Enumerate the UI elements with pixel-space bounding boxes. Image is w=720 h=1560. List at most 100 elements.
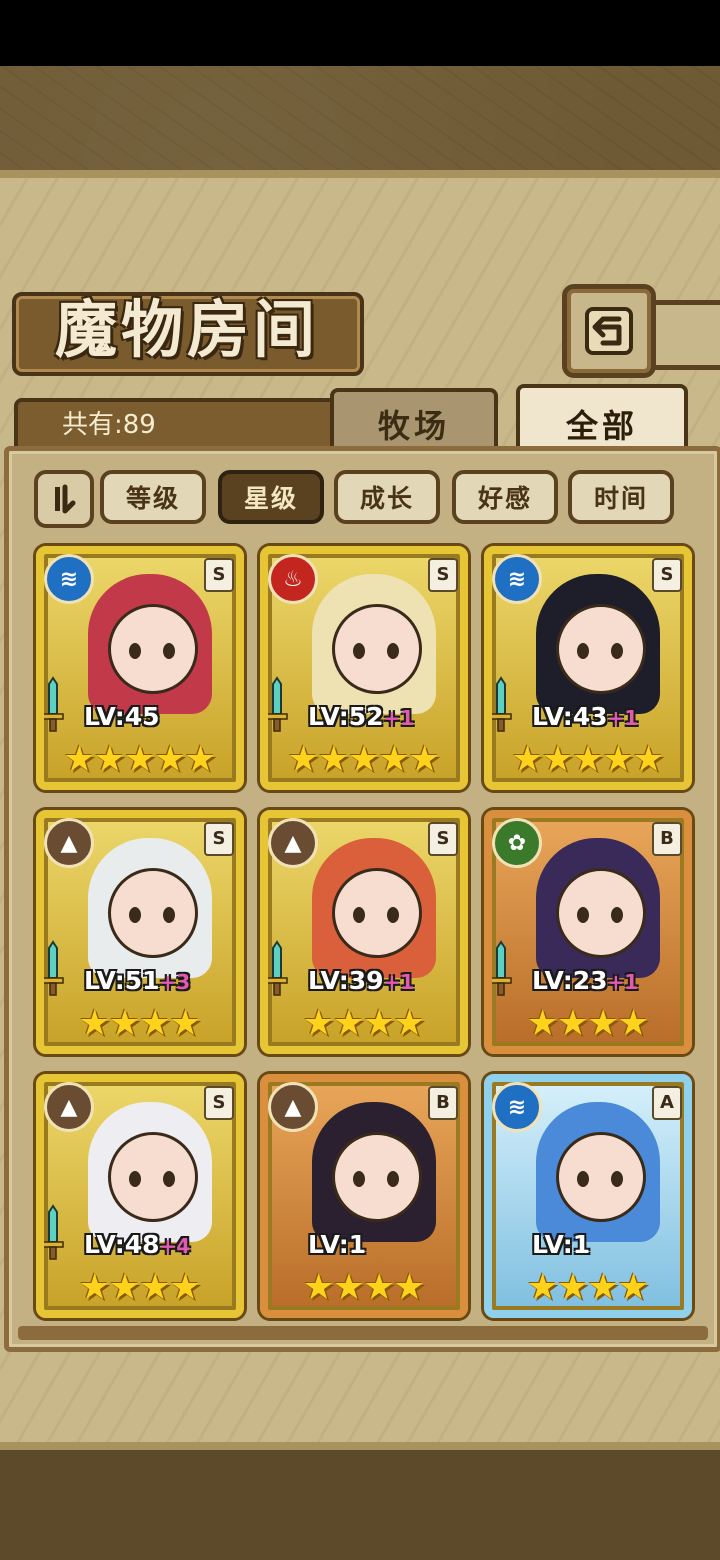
star-icon: ★ — [287, 739, 320, 780]
star-icon: ★ — [78, 1267, 111, 1308]
star-icon: ★ — [302, 1003, 335, 1044]
star-icon: ★ — [617, 1003, 650, 1044]
monster-card[interactable]: ✿ B LV:23+1 ★ ★ ★ ★ — [484, 810, 692, 1054]
rank-badge: S — [204, 558, 234, 592]
monster-face — [332, 604, 422, 694]
monster-card[interactable]: ♨ S LV:52+1 ★ ★ ★ ★ ★ — [260, 546, 468, 790]
monster-card[interactable]: ▲ S LV:39+1 ★ ★ ★ ★ — [260, 810, 468, 1054]
sort-growth-button[interactable]: 成长 — [334, 470, 440, 524]
sort-time-button[interactable]: 时间 — [568, 470, 674, 524]
sort-order-toggle[interactable] — [34, 470, 94, 528]
monster-eye — [129, 1171, 141, 1187]
star-icon: ★ — [332, 1003, 365, 1044]
level-bonus: +1 — [383, 706, 415, 730]
star-icon: ★ — [363, 1003, 396, 1044]
back-rail — [646, 300, 720, 370]
star-icon: ★ — [154, 739, 187, 780]
sword-icon — [44, 1204, 64, 1260]
monster-eye — [387, 907, 399, 923]
level-bonus: +4 — [159, 1234, 191, 1258]
monster-card[interactable]: ▲ B LV:1 ★ ★ ★ ★ — [260, 1074, 468, 1318]
star-icon: ★ — [632, 739, 665, 780]
monster-eye — [353, 907, 365, 923]
level-text: LV:1 — [532, 1230, 591, 1259]
star-icon: ★ — [78, 1003, 111, 1044]
level-text: LV:48 — [84, 1230, 160, 1259]
level-bonus: +1 — [383, 970, 415, 994]
star-icon: ★ — [408, 739, 441, 780]
rank-badge: B — [652, 822, 682, 856]
monster-eye — [353, 643, 365, 659]
monster-face — [556, 868, 646, 958]
water-element-icon: ≋ — [492, 554, 542, 604]
star-icon: ★ — [556, 1003, 589, 1044]
rank-badge: A — [652, 1086, 682, 1120]
monster-eye — [611, 907, 623, 923]
status-bar — [0, 0, 720, 66]
star-icon: ★ — [556, 1267, 589, 1308]
star-icon: ★ — [347, 739, 381, 780]
water-element-icon: ≋ — [44, 554, 94, 604]
monster-level: LV:1 — [308, 1230, 366, 1259]
star-icon: ★ — [108, 1267, 141, 1308]
sort-star-button[interactable]: 星级 — [218, 470, 324, 524]
monster-card[interactable]: ▲ S LV:51+3 ★ ★ ★ ★ — [36, 810, 244, 1054]
rank-badge: S — [204, 1086, 234, 1120]
star-rating: ★ ★ ★ ★ — [268, 1268, 460, 1308]
star-icon: ★ — [139, 1267, 172, 1308]
fire-element-icon: ♨ — [268, 554, 318, 604]
sword-icon — [44, 940, 64, 996]
earth-element-icon: ▲ — [268, 1082, 318, 1132]
monster-eye — [387, 643, 399, 659]
level-text: LV:43 — [532, 702, 608, 731]
star-icon: ★ — [63, 739, 96, 780]
monster-eye — [163, 643, 175, 659]
sword-icon — [44, 676, 64, 732]
level-text: LV:1 — [308, 1230, 367, 1259]
back-button[interactable] — [562, 284, 656, 378]
monster-level: LV:23+1 — [532, 966, 638, 995]
monster-face — [332, 1132, 422, 1222]
monster-card[interactable]: ≋ S LV:45 ★ ★ ★ ★ ★ — [36, 546, 244, 790]
monster-level: LV:39+1 — [308, 966, 414, 995]
star-rating: ★ ★ ★ ★ — [44, 1268, 236, 1308]
sort-level-button[interactable]: 等级 — [100, 470, 206, 524]
sort-affection-button[interactable]: 好感 — [452, 470, 558, 524]
monster-eye — [129, 643, 141, 659]
star-icon: ★ — [378, 739, 411, 780]
monster-eye — [163, 1171, 175, 1187]
monster-level: LV:52+1 — [308, 702, 414, 731]
star-icon: ★ — [587, 1267, 620, 1308]
level-text: LV:39 — [308, 966, 384, 995]
monster-face — [108, 868, 198, 958]
star-icon: ★ — [393, 1003, 426, 1044]
monster-face — [108, 604, 198, 694]
monster-eye — [611, 1171, 623, 1187]
star-rating: ★ ★ ★ ★ — [44, 1004, 236, 1044]
monster-card[interactable]: ≋ S LV:43+1 ★ ★ ★ ★ ★ — [484, 546, 692, 790]
level-bonus: +1 — [607, 706, 639, 730]
monster-eye — [577, 1171, 589, 1187]
star-icon: ★ — [317, 739, 350, 780]
rank-badge: S — [652, 558, 682, 592]
level-text: LV:51 — [84, 966, 160, 995]
level-text: LV:52 — [308, 702, 384, 731]
monster-level: LV:51+3 — [84, 966, 190, 995]
monster-face — [332, 868, 422, 958]
monster-card[interactable]: ≋ A LV:1 ★ ★ ★ ★ — [484, 1074, 692, 1318]
star-rating: ★ ★ ★ ★ ★ — [268, 740, 460, 780]
monster-level: LV:45 — [84, 702, 160, 731]
star-icon: ★ — [526, 1003, 559, 1044]
star-rating: ★ ★ ★ ★ ★ — [492, 740, 684, 780]
sword-icon — [492, 676, 512, 732]
wind-element-icon: ✿ — [492, 818, 542, 868]
sword-icon — [268, 940, 288, 996]
rank-badge: S — [428, 822, 458, 856]
back-arrow-icon — [585, 307, 633, 355]
monster-eye — [577, 643, 589, 659]
star-icon: ★ — [617, 1267, 650, 1308]
rank-badge: B — [428, 1086, 458, 1120]
star-rating: ★ ★ ★ ★ — [492, 1004, 684, 1044]
monster-card[interactable]: ▲ S LV:48+4 ★ ★ ★ ★ — [36, 1074, 244, 1318]
monster-eye — [129, 907, 141, 923]
